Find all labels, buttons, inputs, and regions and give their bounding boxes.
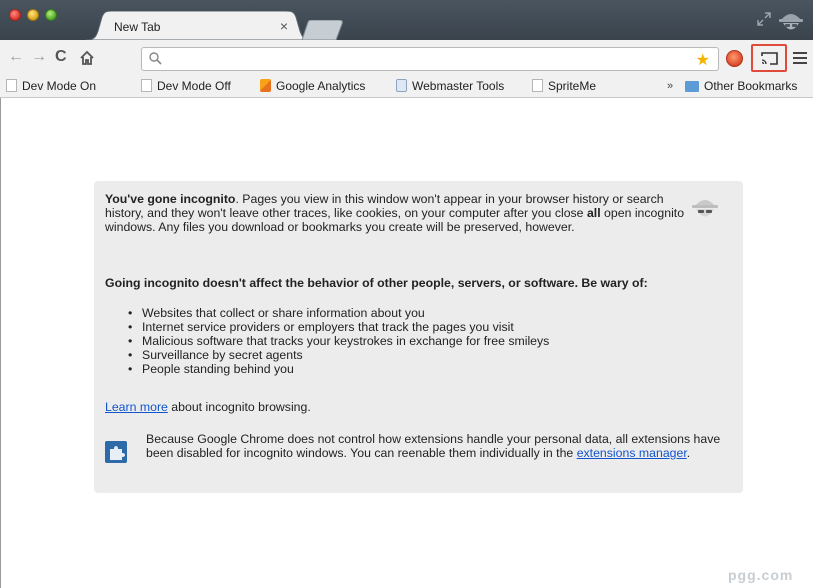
back-arrow-icon[interactable]: ← (8, 49, 24, 65)
incognito-intro: You've gone incognito. Pages you view in… (105, 192, 685, 234)
home-icon[interactable] (79, 50, 95, 66)
list-item: Surveillance by secret agents (128, 348, 728, 362)
cast-icon (761, 52, 778, 65)
extensions-manager-link[interactable]: extensions manager (577, 446, 687, 460)
incognito-spy-icon (692, 200, 718, 217)
folder-icon (685, 81, 699, 92)
bookmark-google-analytics[interactable]: Google Analytics (260, 79, 365, 93)
omnibox[interactable]: ★ (141, 47, 719, 71)
bookmark-spriteme[interactable]: SpriteMe (532, 79, 596, 93)
page-icon (141, 79, 152, 92)
extension-icon[interactable] (726, 50, 743, 67)
fullscreen-icon[interactable] (756, 11, 772, 27)
other-bookmarks-folder[interactable]: Other Bookmarks (685, 79, 797, 93)
puzzle-piece-icon (105, 441, 127, 463)
page-icon (532, 79, 543, 92)
watermark: pgg.com (728, 567, 794, 583)
menu-icon[interactable] (793, 52, 807, 64)
webmaster-tools-icon (396, 79, 407, 92)
wary-list: Websites that collect or share informati… (128, 306, 728, 376)
learn-more-line: Learn more about incognito browsing. (105, 400, 311, 414)
ext-end: . (686, 446, 691, 460)
wary-heading: Going incognito doesn't affect the behav… (105, 276, 648, 290)
zoom-window-button[interactable] (45, 9, 57, 21)
intro-bold: You've gone incognito (105, 192, 236, 206)
tab-new-tab[interactable]: New Tab × (92, 13, 304, 40)
toolbar: ← → C ★ (0, 40, 813, 76)
bookmarks-bar: Dev Mode On Dev Mode Off Google Analytic… (0, 76, 813, 98)
learn-more-text: about incognito browsing. (167, 400, 311, 414)
bookmark-label: Google Analytics (276, 79, 366, 93)
incognito-icon (779, 14, 803, 30)
tab-close-icon[interactable]: × (280, 18, 288, 34)
page-content: You've gone incognito. Pages you view in… (0, 98, 813, 588)
title-bar: New Tab × (0, 0, 813, 40)
list-item: Malicious software that tracks your keys… (128, 334, 728, 348)
bookmark-webmaster-tools[interactable]: Webmaster Tools (396, 79, 504, 93)
bookmark-label: Webmaster Tools (412, 79, 505, 93)
cast-button[interactable] (751, 44, 787, 72)
url-input[interactable] (168, 50, 688, 68)
browser-window: New Tab × ← → C ★ Dev Mode On Dev Mode O… (0, 0, 813, 588)
tab-title: New Tab (114, 20, 161, 34)
bookmark-dev-mode-off[interactable]: Dev Mode Off (141, 79, 231, 93)
bookmarks-overflow-chevron[interactable]: » (667, 80, 673, 92)
extensions-disabled-message: Because Google Chrome does not control h… (146, 432, 736, 460)
bookmark-label: Dev Mode Off (157, 79, 231, 93)
search-icon (149, 52, 162, 65)
new-tab-button[interactable] (302, 20, 346, 40)
other-bookmarks-label: Other Bookmarks (704, 79, 798, 93)
minimize-window-button[interactable] (27, 9, 39, 21)
forward-arrow-icon[interactable]: → (31, 49, 47, 65)
bookmark-star-icon[interactable]: ★ (696, 50, 710, 70)
learn-more-link[interactable]: Learn more (105, 400, 168, 414)
list-item: Internet service providers or employers … (128, 320, 728, 334)
bookmark-dev-mode-on[interactable]: Dev Mode On (6, 79, 96, 93)
list-item: People standing behind you (128, 362, 728, 376)
page-icon (6, 79, 17, 92)
incognito-info-panel: You've gone incognito. Pages you view in… (94, 181, 743, 493)
bookmark-label: SpriteMe (548, 79, 597, 93)
list-item: Websites that collect or share informati… (128, 306, 728, 320)
reload-icon[interactable]: C (55, 49, 67, 65)
close-window-button[interactable] (9, 9, 21, 21)
google-analytics-icon (260, 79, 271, 92)
intro-all: all (586, 206, 601, 220)
bookmark-label: Dev Mode On (22, 79, 97, 93)
